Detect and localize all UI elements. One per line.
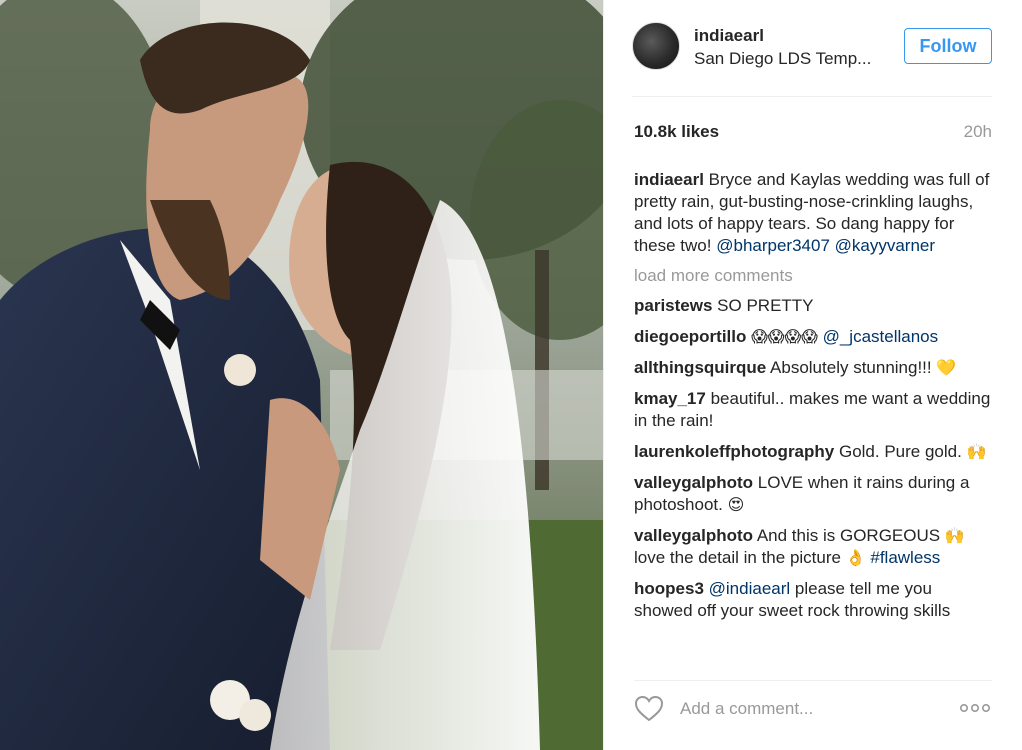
wedding-photo-illustration bbox=[0, 0, 603, 750]
location-link[interactable]: San Diego LDS Temp... bbox=[694, 47, 914, 71]
comments-list: indiaearl Bryce and Kaylas wedding was f… bbox=[634, 169, 992, 631]
post-header: indiaearl San Diego LDS Temp... Follow bbox=[632, 22, 992, 74]
comment-item: laurenkoleffphotography Gold. Pure gold.… bbox=[634, 441, 992, 463]
follow-button[interactable]: Follow bbox=[904, 28, 992, 64]
comment-item: valleygalphoto LOVE when it rains during… bbox=[634, 472, 992, 516]
comment-mention[interactable]: @_jcastellanos bbox=[823, 327, 939, 346]
comment-item: diegoeportillo 😱😱😱😱 @_jcastellanos bbox=[634, 326, 992, 348]
comment-username[interactable]: paristews bbox=[634, 296, 712, 315]
comment-emoji: 👌 bbox=[845, 548, 866, 567]
comment-username[interactable]: laurenkoleffphotography bbox=[634, 442, 834, 461]
add-comment-bar bbox=[634, 690, 992, 726]
comment-emoji: 🙌 bbox=[966, 442, 987, 461]
comment-username[interactable]: valleygalphoto bbox=[634, 473, 753, 492]
comment-item: hoopes3 @indiaearl please tell me you sh… bbox=[634, 578, 992, 622]
post-stats: 10.8k likes 20h bbox=[634, 122, 992, 146]
comment-username[interactable]: valleygalphoto bbox=[634, 526, 753, 545]
caption-username[interactable]: indiaearl bbox=[634, 170, 704, 189]
comment-emoji: 💛 bbox=[936, 358, 957, 377]
comment-text: SO PRETTY bbox=[717, 296, 814, 315]
comment-emoji: 🙌 bbox=[944, 526, 965, 545]
comment-item: paristews SO PRETTY bbox=[634, 295, 992, 317]
heart-icon[interactable] bbox=[634, 694, 664, 722]
comment-emoji: 😱😱😱😱 bbox=[751, 327, 818, 346]
comment-box-divider bbox=[634, 680, 992, 681]
instagram-post: indiaearl San Diego LDS Temp... Follow 1… bbox=[0, 0, 1022, 750]
caption-mention[interactable]: @kayyvarner bbox=[835, 236, 935, 255]
comment-text: Gold. Pure gold. bbox=[838, 442, 962, 461]
load-more-comments-link[interactable]: load more comments bbox=[634, 265, 992, 287]
comment-item: kmay_17 beautiful.. makes me want a wedd… bbox=[634, 388, 992, 432]
comment-emoji: 😍 bbox=[727, 495, 745, 514]
comment-username[interactable]: diegoeportillo bbox=[634, 327, 746, 346]
comment-text: And this is GORGEOUS bbox=[756, 526, 941, 545]
comment-username[interactable]: kmay_17 bbox=[634, 389, 706, 408]
comment-item: valleygalphoto And this is GORGEOUS 🙌 lo… bbox=[634, 525, 992, 569]
comment-item: allthingsquirque Absolutely stunning!!! … bbox=[634, 357, 992, 379]
post-timestamp[interactable]: 20h bbox=[964, 122, 992, 142]
add-comment-input[interactable] bbox=[678, 694, 932, 724]
comment-text: love the detail in the picture bbox=[634, 548, 841, 567]
comment-mention[interactable]: @indiaearl bbox=[709, 579, 791, 598]
post-side-panel: indiaearl San Diego LDS Temp... Follow 1… bbox=[603, 0, 1022, 750]
comment-username[interactable]: allthingsquirque bbox=[634, 358, 766, 377]
comment-hashtag[interactable]: #flawless bbox=[870, 548, 940, 567]
caption-mention[interactable]: @bharper3407 bbox=[716, 236, 830, 255]
caption: indiaearl Bryce and Kaylas wedding was f… bbox=[634, 169, 992, 257]
comment-text: Absolutely stunning!!! bbox=[770, 358, 932, 377]
comment-username[interactable]: hoopes3 bbox=[634, 579, 704, 598]
likes-count[interactable]: 10.8k likes bbox=[634, 122, 719, 142]
more-options-icon[interactable] bbox=[958, 698, 992, 718]
post-photo[interactable] bbox=[0, 0, 603, 750]
user-info: indiaearl San Diego LDS Temp... bbox=[694, 25, 914, 71]
username-link[interactable]: indiaearl bbox=[694, 25, 914, 47]
avatar[interactable] bbox=[632, 22, 680, 70]
header-divider bbox=[632, 96, 992, 97]
